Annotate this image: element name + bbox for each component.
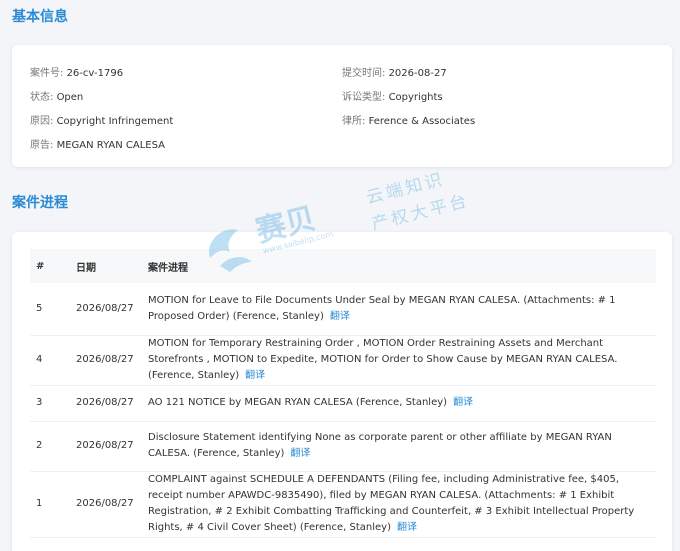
table-row: 3 2026/08/27 AO 121 NOTICE by MEGAN RYAN… bbox=[30, 385, 656, 422]
case-cause: 原因: Copyright Infringement bbox=[30, 112, 173, 127]
translate-link[interactable]: 翻译 bbox=[245, 370, 265, 381]
row-number: 4 bbox=[30, 335, 70, 386]
submit-time-label: 提交时间: bbox=[342, 68, 386, 79]
table-row: 1 2026/08/27 COMPLAINT against SCHEDULE … bbox=[30, 471, 656, 538]
case-number-value: 26-cv-1796 bbox=[66, 68, 124, 79]
status-label: 状态: bbox=[30, 92, 54, 103]
lawsuit-type-value: Copyrights bbox=[388, 92, 443, 103]
row-progress-text: MOTION for Temporary Restraining Order ,… bbox=[148, 338, 618, 381]
header-date: 日期 bbox=[70, 249, 142, 283]
basic-info-card: 案件号: 26-cv-1796 提交时间: 2026-08-27 状态: Ope… bbox=[12, 45, 672, 167]
row-progress-text: AO 121 NOTICE by MEGAN RYAN CALESA (Fere… bbox=[148, 397, 448, 408]
case-progress-title: 案件进程 bbox=[12, 195, 68, 211]
row-progress: MOTION for Temporary Restraining Order ,… bbox=[142, 335, 656, 386]
row-number: 2 bbox=[30, 421, 70, 472]
cause-value: Copyright Infringement bbox=[56, 116, 174, 127]
watermark-slogan-line2: 产权大平台 bbox=[369, 191, 472, 235]
submit-time: 提交时间: 2026-08-27 bbox=[342, 64, 447, 79]
row-progress-text: Disclosure Statement identifying None as… bbox=[148, 432, 612, 459]
table-row: 4 2026/08/27 MOTION for Temporary Restra… bbox=[30, 335, 656, 386]
row-date: 2026/08/27 bbox=[70, 283, 142, 336]
row-date: 2026/08/27 bbox=[70, 421, 142, 472]
lawsuit-type-label: 诉讼类型: bbox=[342, 92, 386, 103]
case-number: 案件号: 26-cv-1796 bbox=[30, 64, 123, 79]
row-date: 2026/08/27 bbox=[70, 471, 142, 538]
case-status: 状态: Open bbox=[30, 88, 83, 103]
translate-link[interactable]: 翻译 bbox=[397, 522, 417, 533]
header-number: # bbox=[30, 249, 70, 283]
case-progress-table: # 日期 案件进程 5 2026/08/27 MOTION for Leave … bbox=[30, 249, 656, 538]
row-progress-text: MOTION for Leave to File Documents Under… bbox=[148, 294, 616, 322]
law-firm-label: 律所: bbox=[342, 116, 366, 127]
cause-label: 原因: bbox=[30, 116, 54, 127]
lawsuit-type: 诉讼类型: Copyrights bbox=[342, 88, 443, 103]
row-progress: Disclosure Statement identifying None as… bbox=[142, 421, 656, 472]
row-number: 5 bbox=[30, 283, 70, 336]
watermark-slogan-line1: 云端知识 bbox=[364, 169, 447, 209]
law-firm-value: Ference & Associates bbox=[368, 116, 476, 127]
plaintiff-value: MEGAN RYAN CALESA bbox=[56, 140, 165, 151]
law-firm: 律所: Ference & Associates bbox=[342, 112, 475, 127]
plaintiff: 原告: MEGAN RYAN CALESA bbox=[30, 136, 165, 151]
row-number: 1 bbox=[30, 471, 70, 538]
case-number-label: 案件号: bbox=[30, 68, 64, 79]
basic-info-title: 基本信息 bbox=[12, 9, 68, 25]
translate-link[interactable]: 翻译 bbox=[290, 448, 310, 459]
header-progress: 案件进程 bbox=[142, 249, 656, 283]
row-date: 2026/08/27 bbox=[70, 335, 142, 386]
row-progress-text: COMPLAINT against SCHEDULE A DEFENDANTS … bbox=[148, 474, 635, 533]
submit-time-value: 2026-08-27 bbox=[388, 68, 447, 79]
plaintiff-label: 原告: bbox=[30, 140, 54, 151]
status-value: Open bbox=[56, 92, 84, 103]
row-progress: COMPLAINT against SCHEDULE A DEFENDANTS … bbox=[142, 471, 656, 538]
table-row: 5 2026/08/27 MOTION for Leave to File Do… bbox=[30, 283, 656, 336]
translate-link[interactable]: 翻译 bbox=[330, 311, 350, 322]
row-number: 3 bbox=[30, 385, 70, 422]
table-row: 2 2026/08/27 Disclosure Statement identi… bbox=[30, 421, 656, 472]
row-progress: AO 121 NOTICE by MEGAN RYAN CALESA (Fere… bbox=[142, 385, 656, 422]
row-date: 2026/08/27 bbox=[70, 385, 142, 422]
case-progress-card: # 日期 案件进程 5 2026/08/27 MOTION for Leave … bbox=[12, 232, 672, 551]
row-progress: MOTION for Leave to File Documents Under… bbox=[142, 283, 656, 336]
translate-link[interactable]: 翻译 bbox=[453, 397, 473, 408]
table-header-row: # 日期 案件进程 bbox=[30, 249, 656, 283]
